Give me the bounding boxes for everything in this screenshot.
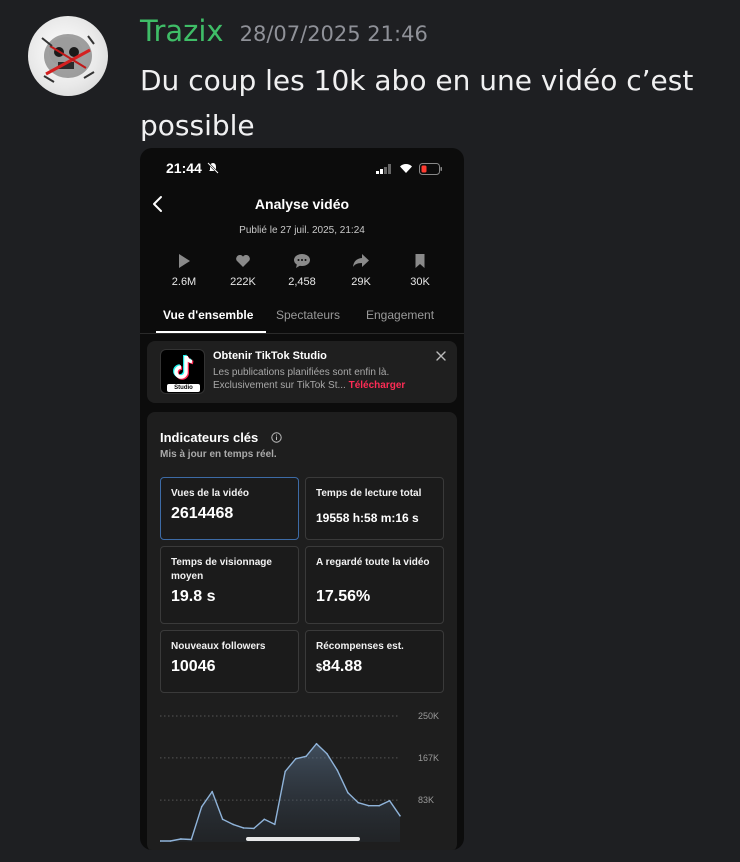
key-indicators-subtitle: Mis à jour en temps réel.	[160, 449, 277, 460]
studio-promo-banner[interactable]: Studio Obtenir TikTok Studio Les publica…	[147, 341, 457, 403]
download-link[interactable]: Télécharger	[349, 380, 406, 391]
status-bar: 21:44	[140, 148, 464, 188]
views-chart: 250K 167K 83K	[160, 712, 439, 842]
avatar[interactable]	[28, 16, 108, 96]
metric-label: Temps de lecture total	[316, 488, 422, 499]
chart-data-point	[232, 823, 234, 826]
bookmark-icon	[415, 254, 425, 268]
metric-value: 2614468	[171, 505, 234, 522]
wifi-icon	[400, 164, 412, 173]
skull-artwork-icon	[41, 34, 95, 83]
stat-shares: 29K	[331, 252, 391, 288]
author-name[interactable]: Trazix	[140, 14, 224, 48]
metric-video-views[interactable]: Vues de la vidéo 2614468	[160, 477, 299, 540]
chart-area	[160, 743, 400, 842]
chart-ytick-label: 250K	[418, 712, 439, 721]
metric-label: Récompenses est.	[316, 641, 404, 652]
chart-data-point	[273, 823, 276, 826]
chart-ytick-label: 83K	[418, 795, 434, 805]
tiktok-note-icon	[173, 354, 194, 380]
bell-muted-icon	[207, 162, 219, 174]
metric-value: $84.88	[316, 658, 362, 676]
metric-average-watch-time[interactable]: Temps de visionnage moyen 19.8 s	[160, 546, 299, 624]
chart-data-point	[399, 814, 401, 817]
metric-label: A regardé toute la vidéo	[316, 557, 430, 568]
signal-icon	[376, 164, 391, 174]
metric-estimated-rewards[interactable]: Récompenses est. $84.88	[305, 630, 444, 693]
stat-value: 30K	[410, 276, 430, 288]
comment-icon	[294, 254, 310, 268]
promo-line-1: Les publications planifiées sont enfin l…	[213, 367, 390, 378]
metric-value: 10046	[171, 658, 216, 675]
chart-data-point	[200, 805, 203, 808]
promo-title: Obtenir TikTok Studio	[213, 350, 327, 362]
stat-value: 2.6M	[171, 276, 197, 288]
stat-saves: 30K	[390, 252, 450, 288]
tab-engagement[interactable]: Engagement	[366, 308, 434, 334]
stat-comments: 2,458	[272, 252, 332, 288]
metric-label: Temps de visionnage moyen	[171, 557, 272, 582]
stat-views: 2.6M	[154, 252, 214, 288]
promo-line-2: Exclusivement sur TikTok St...	[213, 380, 346, 391]
close-icon[interactable]	[435, 350, 447, 362]
stat-value: 2,458	[288, 276, 316, 288]
chart-data-point	[253, 827, 255, 830]
chart-data-point	[367, 804, 370, 807]
chart-data-point	[221, 818, 224, 821]
message-text: Du coup les 10k abo en une vidéo c’est p…	[140, 64, 694, 142]
chart-data-point	[315, 742, 318, 745]
battery-icon	[419, 163, 442, 175]
chart-data-point	[180, 838, 182, 840]
screenshot-attachment[interactable]: 21:44 Analyse vidéo Publié le 27 juil. 2…	[140, 148, 464, 850]
key-indicators-title: Indicateurs clés	[160, 430, 259, 445]
metric-value: 17.56%	[316, 588, 371, 605]
chart-data-point	[347, 791, 349, 794]
info-icon[interactable]	[271, 432, 282, 443]
key-indicators-card: Indicateurs clés Mis à jour en temps rée…	[147, 412, 457, 850]
chart-ytick-label: 167K	[418, 753, 439, 763]
tab-viewers[interactable]: Spectateurs	[276, 308, 340, 334]
metric-label: Vues de la vidéo	[171, 488, 249, 499]
chart-data-point	[294, 758, 297, 760]
chart-data-point	[305, 755, 307, 758]
published-date: Publié le 27 juil. 2025, 21:24	[239, 225, 365, 236]
chart-data-point	[326, 753, 328, 755]
chart-data-point	[211, 790, 213, 793]
studio-tag: Studio	[167, 384, 200, 392]
metric-total-watch-time[interactable]: Temps de lecture total 19558 h:58 m:16 s	[305, 477, 444, 540]
metric-full-video-watched[interactable]: A regardé toute la vidéo 17.56%	[305, 546, 444, 624]
heart-icon	[236, 254, 250, 267]
stat-value: 29K	[351, 276, 371, 288]
chart-data-point	[169, 840, 172, 842]
chart-data-point	[336, 769, 339, 772]
promo-description: Les publications planifiées sont enfin l…	[213, 366, 433, 392]
metric-value: 19558 h:58 m:16 s	[316, 511, 419, 525]
screen-title: Analyse vidéo	[254, 196, 350, 212]
metric-label: Nouveaux followers	[171, 641, 266, 652]
play-icon	[179, 254, 190, 268]
chart-data-point	[190, 838, 193, 841]
tab-underline	[156, 331, 266, 333]
stat-likes: 222K	[213, 252, 273, 288]
metric-value: 19.8 s	[171, 588, 216, 605]
chart-data-point	[263, 818, 266, 821]
tiktok-studio-logo: Studio	[160, 349, 205, 394]
chart-data-point	[284, 770, 287, 773]
chart-data-point	[242, 827, 245, 829]
stats-row: 2.6M 222K 2,458 29K 30K	[154, 252, 456, 292]
chart-data-point	[378, 804, 380, 807]
home-indicator	[246, 837, 360, 841]
chart-data-point	[357, 801, 360, 804]
message-timestamp: 28/07/2025 21:46	[239, 22, 428, 46]
status-time: 21:44	[166, 160, 202, 176]
chart-data-point	[388, 799, 391, 802]
stat-value: 222K	[230, 276, 256, 288]
rewards-amount: 84.88	[322, 658, 363, 675]
share-icon	[353, 254, 369, 267]
metric-new-followers[interactable]: Nouveaux followers 10046	[160, 630, 299, 693]
